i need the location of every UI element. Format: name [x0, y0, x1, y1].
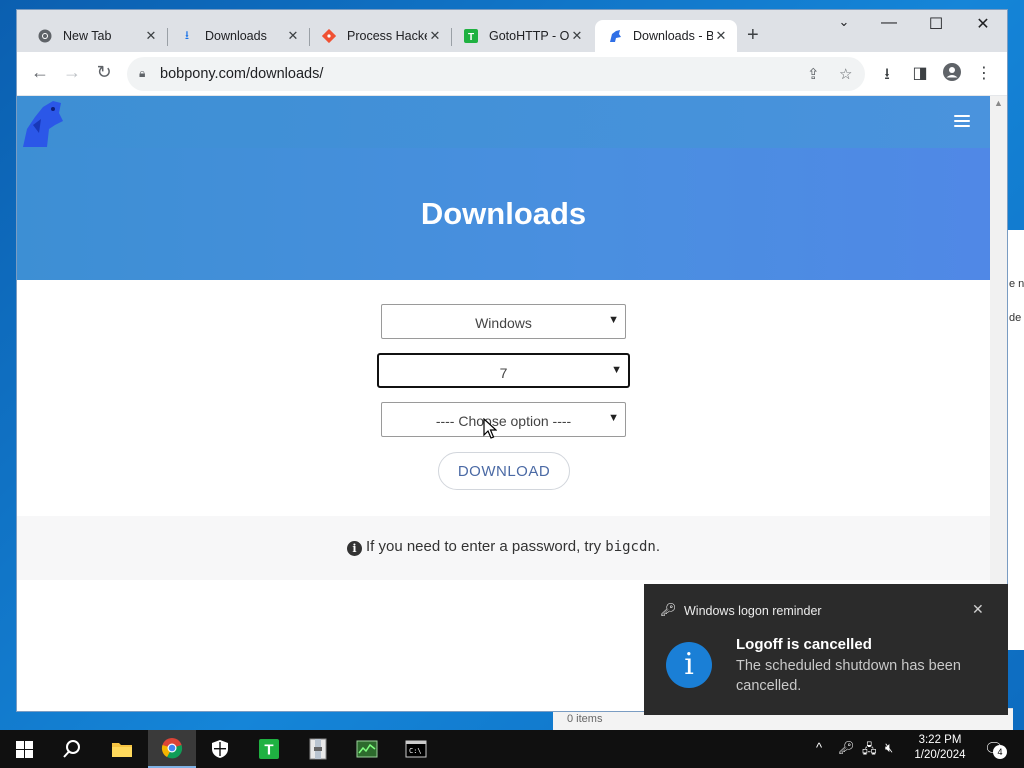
- toast-title: Logoff is cancelled: [736, 636, 872, 653]
- chrome-icon: [37, 28, 53, 44]
- gotohttp-icon: T: [463, 28, 479, 44]
- info-icon: i: [346, 541, 362, 556]
- tab-title: New Tab: [63, 29, 112, 43]
- action-center-icon[interactable]: 🗨︎4: [984, 739, 1007, 759]
- reload-button[interactable]: ↻: [93, 62, 115, 83]
- tab-strip: New Tab ✕ ⭳ Downloads ✕ Process Hacke ✕ …: [17, 10, 1007, 52]
- downloads-icon[interactable]: ⭳: [876, 63, 898, 90]
- info-notice: i If you need to enter a password, try bi…: [17, 516, 990, 580]
- search-icon[interactable]: [48, 730, 96, 768]
- password-hint: i If you need to enter a password, try bi…: [17, 538, 990, 556]
- network-icon[interactable]: 🖧︎: [862, 740, 877, 762]
- file-explorer-icon[interactable]: [98, 730, 146, 768]
- hero-banner: Downloads: [17, 148, 990, 280]
- background-window-text: de: [1009, 312, 1022, 324]
- tab-gotohttp[interactable]: T GotoHTTP - O ✕: [451, 20, 593, 52]
- back-button[interactable]: ←: [29, 62, 51, 83]
- option-select[interactable]: ---- Choose option ---- ▼: [381, 402, 626, 437]
- chrome-taskbar-icon[interactable]: [148, 730, 196, 768]
- toast-body: The scheduled shutdown has been cancelle…: [736, 658, 961, 694]
- close-icon[interactable]: ✕: [143, 28, 159, 44]
- notification-count-badge: 4: [993, 745, 1007, 759]
- tab-search-icon[interactable]: ⌄: [824, 14, 864, 30]
- gotohttp-taskbar-icon[interactable]: T: [245, 730, 293, 768]
- svg-text:T: T: [468, 32, 474, 43]
- tab-downloads[interactable]: ⭳ Downloads ✕: [167, 20, 310, 52]
- close-icon[interactable]: ✕: [972, 601, 984, 618]
- tab-new-tab[interactable]: New Tab ✕: [25, 20, 168, 52]
- close-window-button[interactable]: ✕: [963, 14, 1003, 34]
- explorer-item-count: 0 items: [567, 713, 603, 725]
- svg-text:T: T: [264, 742, 273, 759]
- site-navbar: [17, 96, 990, 148]
- clock-time: 3:22 PM: [918, 734, 962, 746]
- volume-muted-icon[interactable]: 🔇︎: [885, 740, 893, 756]
- background-window-text: e n: [1009, 278, 1024, 290]
- system-clock[interactable]: 3:22 PM 1/20/2024: [905, 733, 975, 763]
- archive-icon[interactable]: [294, 730, 342, 768]
- bobpony-icon: [607, 28, 623, 44]
- os-select[interactable]: Windows ▼: [381, 304, 626, 339]
- tab-title: Downloads: [205, 29, 267, 43]
- tab-title: Process Hacke: [347, 29, 427, 43]
- page-title: Downloads: [420, 196, 587, 231]
- minimize-button[interactable]: —: [869, 14, 909, 32]
- svg-text:C:\: C:\: [409, 747, 422, 755]
- notification-toast[interactable]: 🔑︎ Windows logon reminder ✕ i Logoff is …: [644, 584, 1008, 715]
- hint-text: If you need to enter a password, try: [365, 538, 606, 555]
- tab-title: Downloads - B: [633, 29, 713, 43]
- bookmark-star-icon[interactable]: ☆: [839, 65, 852, 83]
- tab-process-hacker[interactable]: Process Hacke ✕: [309, 20, 452, 52]
- key-icon[interactable]: 🔑︎: [838, 740, 855, 756]
- close-icon[interactable]: ✕: [285, 28, 301, 44]
- browser-toolbar: ← → ↻ 🔒︎ bobpony.com/downloads/ ⇪ ☆ ⭳ ◨ …: [17, 52, 1007, 96]
- maximize-button[interactable]: ☐: [916, 14, 956, 34]
- hamburger-menu-icon[interactable]: [954, 115, 970, 128]
- start-button[interactable]: [0, 730, 48, 768]
- hint-suffix: .: [655, 538, 661, 555]
- hint-code: bigcdn: [605, 539, 656, 555]
- key-icon: 🔑︎: [660, 602, 677, 617]
- new-tab-button[interactable]: +: [747, 24, 759, 47]
- side-panel-icon[interactable]: ◨: [909, 63, 931, 83]
- version-select[interactable]: 7 ▼: [377, 353, 630, 388]
- forward-button[interactable]: →: [61, 62, 83, 83]
- chevron-down-icon: ▼: [608, 412, 619, 424]
- option-select-value: ---- Choose option ----: [435, 413, 572, 429]
- version-select-value: 7: [499, 365, 508, 381]
- profile-icon[interactable]: [941, 63, 963, 86]
- chevron-down-icon: ▼: [611, 364, 622, 376]
- close-icon[interactable]: ✕: [427, 28, 443, 44]
- address-bar[interactable]: 🔒︎ bobpony.com/downloads/ ⇪ ☆: [127, 57, 865, 91]
- git-icon: [321, 28, 337, 44]
- lock-icon[interactable]: 🔒︎: [139, 66, 145, 81]
- info-icon: i: [666, 642, 712, 688]
- shield-icon[interactable]: [196, 730, 244, 768]
- download-icon: ⭳: [184, 27, 190, 42]
- clock-date: 1/20/2024: [914, 749, 966, 761]
- os-select-value: Windows: [475, 315, 532, 331]
- chevron-down-icon: ▼: [608, 314, 619, 326]
- url-text[interactable]: bobpony.com/downloads/: [160, 66, 323, 82]
- menu-kebab-icon[interactable]: ⋮: [973, 63, 995, 83]
- windows-logo-icon: [15, 740, 33, 758]
- close-icon[interactable]: ✕: [713, 28, 729, 44]
- process-hacker-icon[interactable]: [343, 730, 391, 768]
- taskbar: T C:\ ^ 🔑︎ 🖧︎ 🔇︎ 3:22 PM 1/20/2024 🗨︎4: [0, 730, 1024, 768]
- bobpony-logo[interactable]: [19, 99, 65, 149]
- chevron-up-icon[interactable]: ^: [816, 740, 822, 755]
- mouse-cursor-icon: [483, 418, 497, 439]
- close-icon[interactable]: ✕: [569, 28, 585, 44]
- scroll-up-icon[interactable]: ▲: [994, 98, 1003, 108]
- terminal-icon[interactable]: C:\: [392, 730, 440, 768]
- toast-app-name: Windows logon reminder: [684, 604, 822, 618]
- share-icon[interactable]: ⇪: [807, 65, 820, 83]
- download-button[interactable]: DOWNLOAD: [438, 452, 570, 490]
- tab-bobpony-downloads[interactable]: Downloads - B ✕: [595, 20, 737, 52]
- tab-title: GotoHTTP - O: [489, 29, 569, 43]
